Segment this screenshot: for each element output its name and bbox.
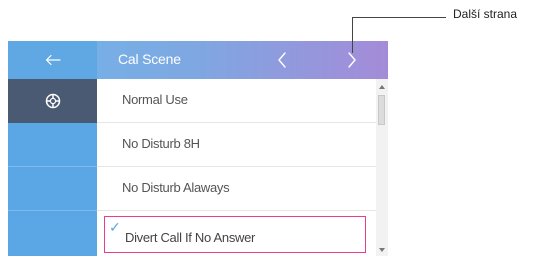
callout-leader-vertical [352,17,353,53]
scrollbar[interactable] [376,79,388,256]
page-title: Cal Scene [118,51,181,67]
prev-page-button[interactable] [271,49,293,71]
list-item-selected[interactable]: ✓ Divert Call If No Answer [104,216,366,253]
scroll-thumb[interactable] [378,95,385,125]
scene-list: Normal Use No Disturb 8H No Disturb Alaw… [97,79,376,256]
sidebar-item-3[interactable] [8,167,97,211]
callout-leader-horizontal [352,17,446,18]
list-item-label: No Disturb Alaways [122,180,230,195]
list-item[interactable]: Normal Use [97,79,376,123]
lifebuoy-icon [45,93,60,109]
sidebar-item-scene[interactable] [8,79,97,123]
chevron-right-icon [348,52,356,68]
list-item[interactable]: No Disturb Alaways [97,167,376,211]
sidebar [8,79,97,256]
callout-label: Další strana [453,7,518,21]
list-item-label: No Disturb 8H [122,136,200,151]
scroll-up-icon[interactable] [379,85,385,89]
list-item[interactable]: No Disturb 8H [97,123,376,167]
arrow-left-icon [45,54,61,66]
device-screen: Cal Scene Normal Use No Disturb 8H No Di… [8,41,388,256]
chevron-left-icon [278,52,286,68]
header-bar: Cal Scene [8,41,388,79]
list-item-label: Divert Call If No Answer [125,230,256,245]
scroll-down-icon[interactable] [379,248,385,252]
sidebar-item-4[interactable] [8,211,97,256]
list-item-label: Normal Use [122,92,188,107]
sidebar-item-2[interactable] [8,123,97,167]
back-button[interactable] [8,41,97,79]
checkmark-icon: ✓ [109,219,121,235]
